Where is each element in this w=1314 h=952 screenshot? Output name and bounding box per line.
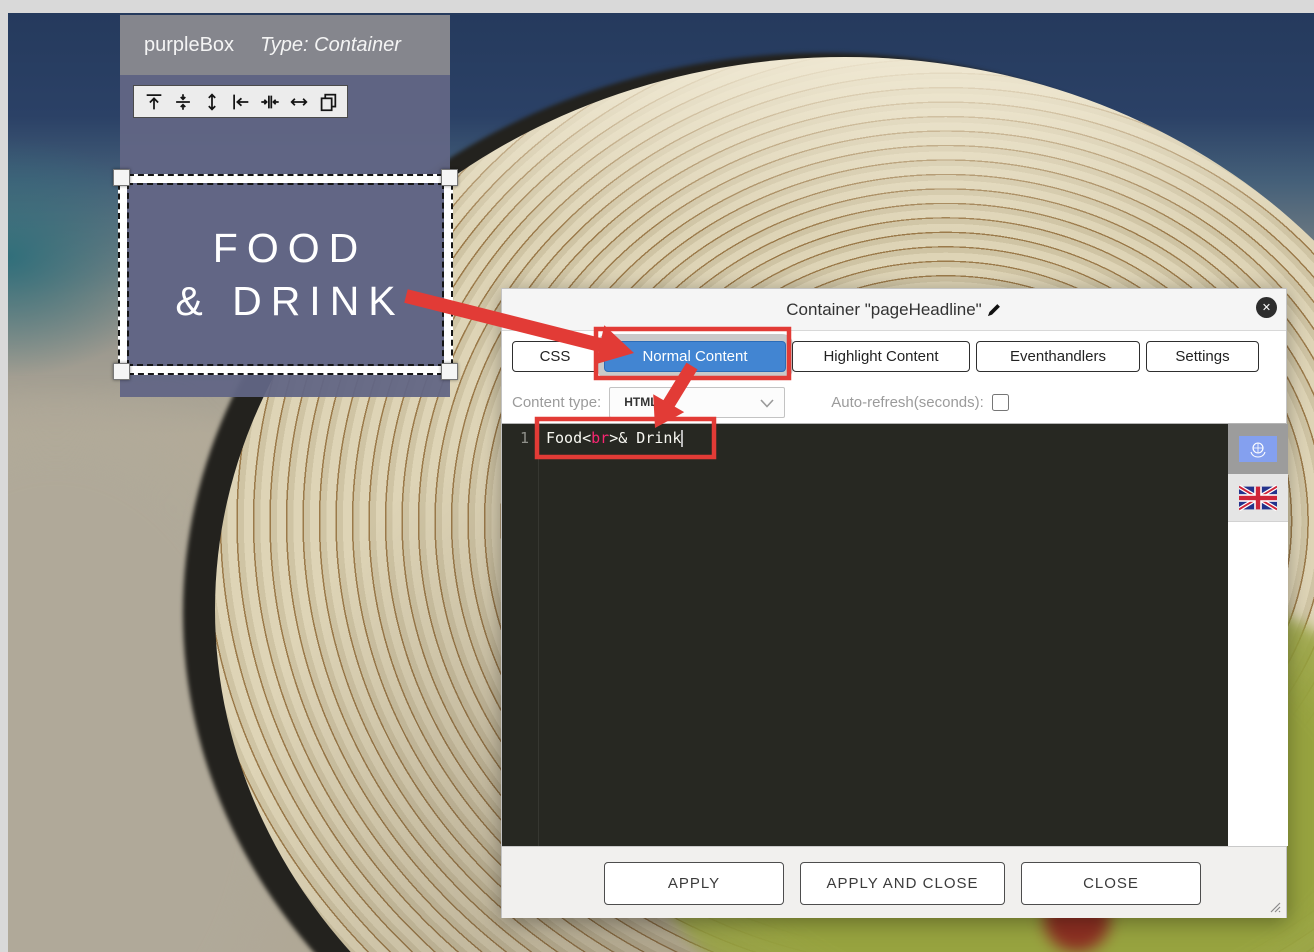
apply-and-close-button[interactable]: APPLY AND CLOSE bbox=[800, 862, 1005, 905]
align-top-icon[interactable] bbox=[141, 89, 166, 114]
line-number: 1 bbox=[520, 429, 529, 447]
screen: purpleBox Type: Container bbox=[0, 0, 1314, 952]
headline-line2: & DRINK bbox=[166, 275, 404, 328]
auto-refresh-checkbox[interactable] bbox=[992, 394, 1009, 411]
text-cursor bbox=[681, 430, 683, 447]
auto-refresh-label: Auto-refresh(seconds): bbox=[831, 394, 984, 411]
code-line: Food<br>& Drink bbox=[539, 429, 683, 447]
tab-normal-content[interactable]: Normal Content bbox=[604, 341, 786, 372]
dialog-titlebar: Container "pageHeadline" ✕ bbox=[502, 289, 1286, 331]
chevron-down-icon bbox=[760, 399, 774, 408]
code-tag: br bbox=[591, 429, 609, 447]
stretch-vertical-icon[interactable] bbox=[199, 89, 224, 114]
widget-name: purpleBox bbox=[144, 34, 234, 57]
code-editor[interactable]: 1 Food<br>& Drink bbox=[502, 424, 1228, 846]
code-text: Food bbox=[546, 429, 582, 447]
content-type-value: HTML bbox=[624, 395, 657, 409]
tab-eventhandlers[interactable]: Eventhandlers bbox=[976, 341, 1140, 372]
dialog-title: Container "pageHeadline" bbox=[786, 300, 981, 320]
duplicate-icon[interactable] bbox=[315, 89, 340, 114]
close-icon[interactable]: ✕ bbox=[1256, 297, 1277, 318]
edit-title-icon[interactable] bbox=[987, 302, 1002, 317]
language-column bbox=[1228, 424, 1288, 846]
selection-handle-sw[interactable] bbox=[113, 363, 130, 380]
selection-handle-nw[interactable] bbox=[113, 169, 130, 186]
tab-css[interactable]: CSS bbox=[512, 341, 598, 372]
selection-handle-se[interactable] bbox=[441, 363, 458, 380]
dialog-footer: APPLY APPLY AND CLOSE CLOSE bbox=[502, 846, 1286, 918]
edit-dialog: Container "pageHeadline" ✕ CSS Normal Co… bbox=[501, 288, 1287, 918]
selected-element[interactable]: FOOD & DRINK bbox=[127, 183, 444, 366]
align-center-horizontal-icon[interactable] bbox=[257, 89, 282, 114]
content-type-select[interactable]: HTML bbox=[609, 387, 785, 418]
align-middle-vertical-icon[interactable] bbox=[170, 89, 195, 114]
selection-handle-ne[interactable] bbox=[441, 169, 458, 186]
widget-type-label: Type: Container bbox=[260, 34, 401, 57]
headline-line1: FOOD bbox=[204, 222, 367, 275]
close-button[interactable]: CLOSE bbox=[1021, 862, 1201, 905]
content-type-row: Content type: HTML Auto-refresh(seconds)… bbox=[502, 381, 1286, 424]
language-un-flag[interactable] bbox=[1228, 424, 1288, 474]
language-english-flag[interactable] bbox=[1228, 474, 1288, 522]
selection-frame[interactable]: FOOD & DRINK bbox=[118, 174, 453, 375]
editor-gutter: 1 bbox=[502, 424, 539, 846]
apply-button[interactable]: APPLY bbox=[604, 862, 784, 905]
code-bracket: < bbox=[582, 429, 591, 447]
tab-settings[interactable]: Settings bbox=[1146, 341, 1259, 372]
code-bracket: > bbox=[609, 429, 618, 447]
stretch-horizontal-icon[interactable] bbox=[286, 89, 311, 114]
dialog-body: 1 Food<br>& Drink bbox=[502, 424, 1286, 846]
align-left-icon[interactable] bbox=[228, 89, 253, 114]
dialog-tabs: CSS Normal Content Highlight Content Eve… bbox=[502, 331, 1286, 381]
uk-flag-icon bbox=[1239, 485, 1277, 511]
resize-grip-icon[interactable] bbox=[1270, 902, 1281, 913]
widget-header: purpleBox Type: Container bbox=[120, 15, 450, 75]
purplebox-container[interactable]: FOOD & DRINK bbox=[120, 75, 450, 397]
tab-highlight-content[interactable]: Highlight Content bbox=[792, 341, 970, 372]
content-type-label: Content type: bbox=[512, 394, 601, 411]
un-flag-icon bbox=[1239, 436, 1277, 462]
widget-toolbar bbox=[133, 85, 348, 118]
code-text: & Drink bbox=[618, 429, 681, 447]
